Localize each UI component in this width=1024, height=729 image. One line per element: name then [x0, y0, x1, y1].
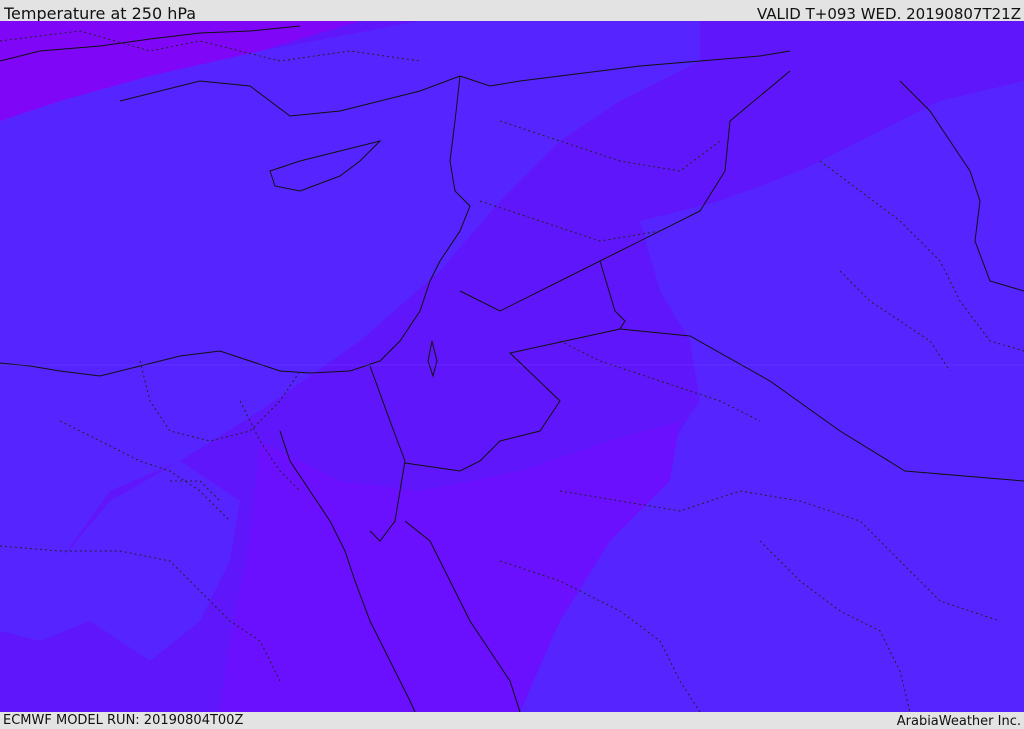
credit-text: ArabiaWeather Inc.: [896, 714, 1021, 729]
model-run: ECMWF MODEL RUN: 20190804T00Z: [3, 713, 244, 728]
header-bar: Temperature at 250 hPa VALID T+093 WED. …: [0, 0, 1024, 23]
temperature-map: [0, 21, 1024, 712]
footer-bar: ECMWF MODEL RUN: 20190804T00Z ArabiaWeat…: [0, 712, 1024, 729]
